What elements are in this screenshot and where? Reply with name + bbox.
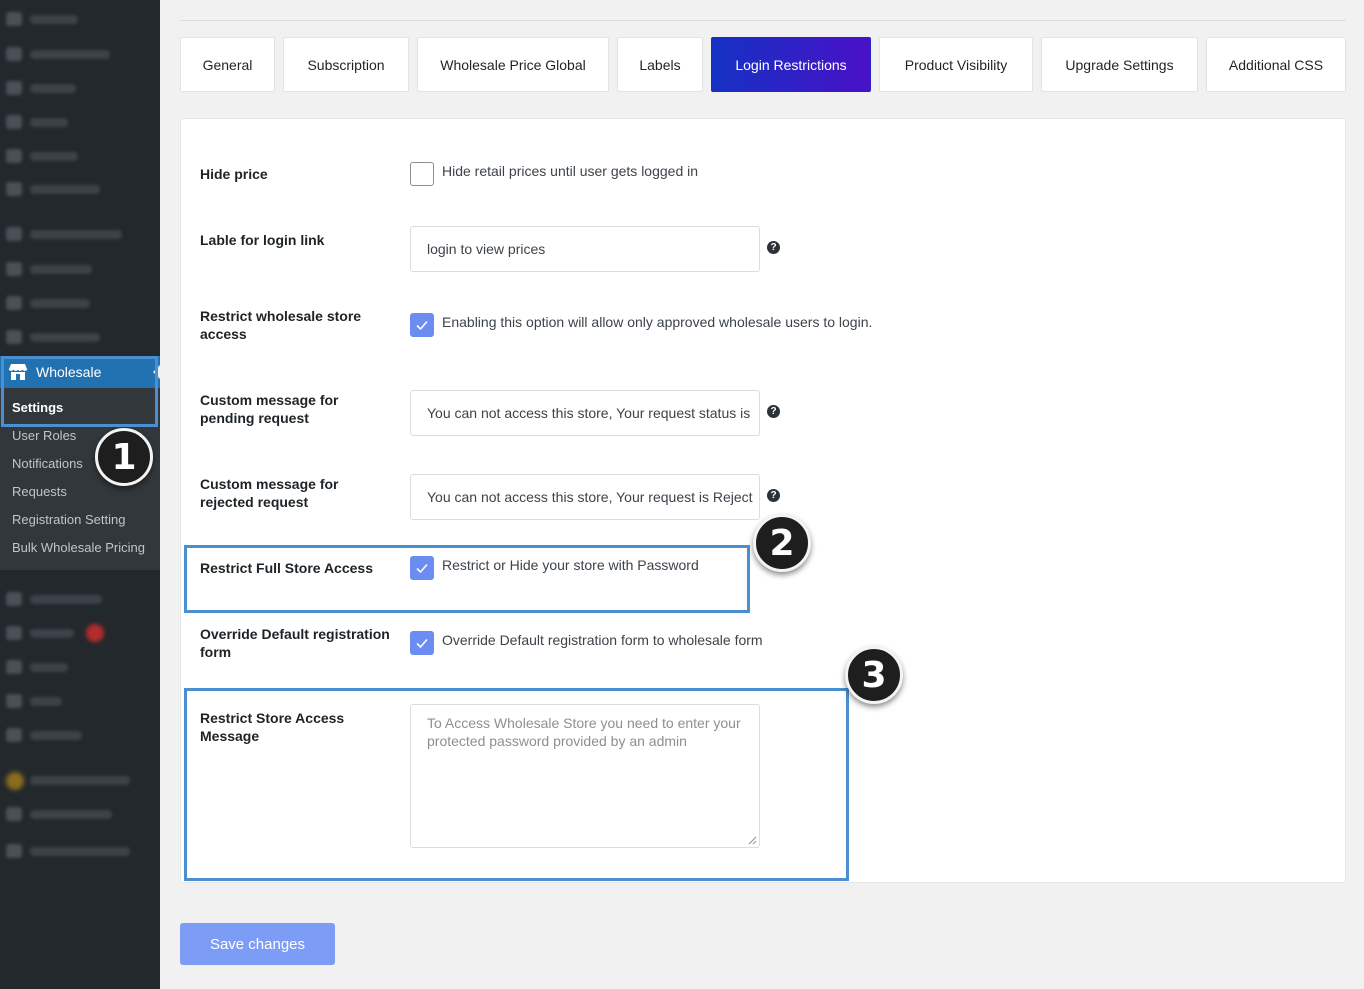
login-link-input[interactable]: login to view prices (410, 226, 760, 272)
override-registration-label: Override Default registration form (200, 626, 390, 660)
tab-general[interactable]: General (180, 37, 275, 92)
pending-message-label: Custom message for pending request (200, 392, 339, 426)
restrict-wholesale-checkbox[interactable] (410, 313, 434, 337)
tab-login-restrictions[interactable]: Login Restrictions (711, 37, 871, 92)
help-icon[interactable]: ? (767, 405, 780, 418)
override-registration-description: Override Default registration form to wh… (442, 632, 763, 648)
blurred-menu-item[interactable] (6, 262, 92, 276)
restrict-message-textarea[interactable]: To Access Wholesale Store you need to en… (410, 704, 760, 848)
blurred-menu-item[interactable] (6, 149, 78, 163)
blurred-menu-item[interactable] (6, 807, 112, 821)
blurred-menu-item[interactable] (6, 47, 110, 61)
blurred-menu-item[interactable] (6, 844, 130, 858)
blurred-menu-item[interactable] (6, 296, 90, 310)
settings-tabs: General Subscription Wholesale Price Glo… (180, 37, 1346, 92)
tab-wholesale-price-global[interactable]: Wholesale Price Global (417, 37, 609, 92)
current-menu-arrow (153, 365, 160, 379)
blurred-menu-item[interactable] (6, 227, 122, 241)
help-icon[interactable]: ? (767, 489, 780, 502)
store-icon (8, 363, 28, 381)
save-changes-button[interactable]: Save changes (180, 923, 335, 965)
tab-labels[interactable]: Labels (617, 37, 703, 92)
blurred-menu-item[interactable] (6, 694, 62, 708)
help-icon[interactable]: ? (767, 241, 780, 254)
restrict-full-store-description: Restrict or Hide your store with Passwor… (442, 557, 699, 573)
admin-sidebar: Wholesale Settings User Roles Notificati… (0, 0, 160, 989)
hide-price-checkbox[interactable] (410, 162, 434, 186)
annotation-badge-1: 1 (95, 428, 153, 486)
blurred-menu-item[interactable] (6, 81, 76, 95)
sidebar-item-settings[interactable]: Settings (0, 394, 160, 422)
pending-message-input[interactable]: You can not access this store, Your requ… (410, 390, 760, 436)
checkmark-icon (416, 563, 428, 574)
override-registration-checkbox[interactable] (410, 631, 434, 655)
sidebar-item-label: Wholesale (36, 364, 102, 380)
blurred-menu-item[interactable] (6, 660, 68, 674)
sidebar-item-bulk-wholesale-pricing[interactable]: Bulk Wholesale Pricing (0, 534, 160, 562)
blurred-menu-item[interactable] (6, 115, 68, 129)
restrict-wholesale-description: Enabling this option will allow only app… (442, 314, 873, 330)
blurred-menu-item[interactable] (6, 592, 102, 606)
blurred-menu-item[interactable] (30, 773, 130, 787)
tab-additional-css[interactable]: Additional CSS (1206, 37, 1346, 92)
rejected-message-label: Custom message for rejected request (200, 476, 339, 510)
restrict-wholesale-label: Restrict wholesale store access (200, 308, 362, 342)
restrict-message-label: Restrict Store Access Message (200, 710, 345, 744)
login-link-label: Lable for login link (200, 232, 325, 248)
restrict-full-store-label: Restrict Full Store Access (200, 560, 373, 576)
tab-product-visibility[interactable]: Product Visibility (879, 37, 1033, 92)
blurred-menu-item[interactable] (6, 182, 100, 196)
rejected-message-input[interactable]: You can not access this store, Your requ… (410, 474, 760, 520)
annotation-badge-3: 3 (845, 646, 903, 704)
resize-handle-icon[interactable] (748, 836, 757, 845)
blurred-menu-item[interactable] (6, 626, 74, 640)
sidebar-item-registration-setting[interactable]: Registration Setting (0, 506, 160, 534)
restrict-full-store-checkbox[interactable] (410, 556, 434, 580)
textarea-placeholder: To Access Wholesale Store you need to en… (427, 715, 741, 749)
checkmark-icon (416, 638, 428, 649)
blurred-menu-item[interactable] (6, 12, 78, 26)
hide-price-description: Hide retail prices until user gets logge… (442, 163, 699, 179)
blurred-menu-item[interactable] (6, 330, 100, 344)
tab-subscription[interactable]: Subscription (283, 37, 409, 92)
annotation-badge-2: 2 (753, 514, 811, 572)
tab-upgrade-settings[interactable]: Upgrade Settings (1041, 37, 1198, 92)
sidebar-item-wholesale[interactable]: Wholesale (0, 356, 160, 388)
blurred-menu-item[interactable] (6, 728, 82, 742)
checkmark-icon (416, 320, 428, 331)
divider (180, 20, 1346, 21)
hide-price-label: Hide price (200, 166, 268, 182)
